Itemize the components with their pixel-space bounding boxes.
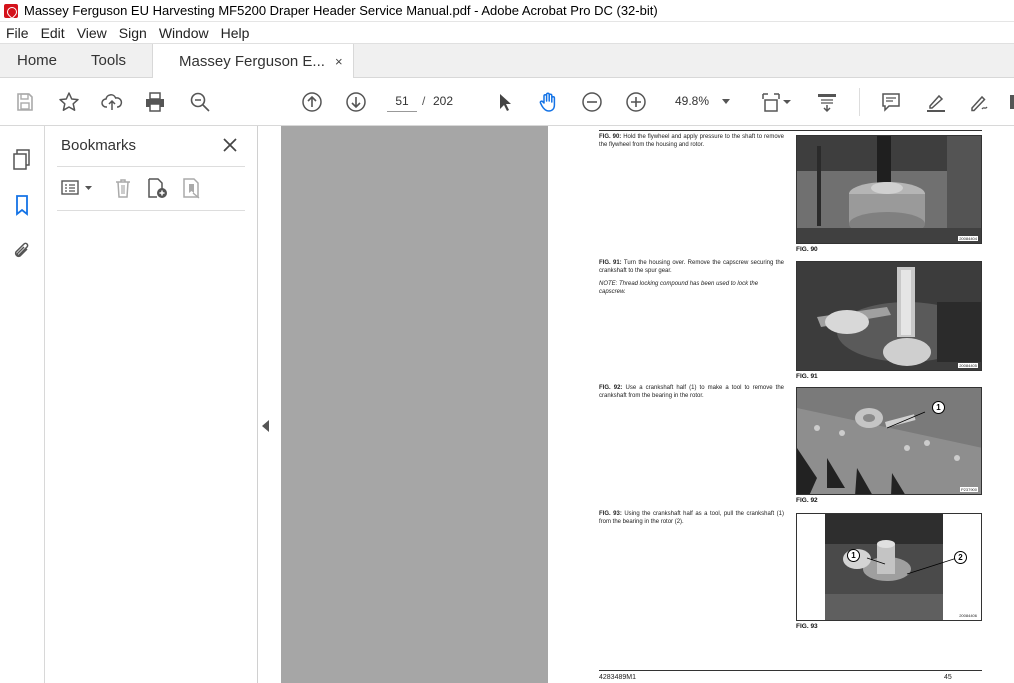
- callout-2: 2: [954, 551, 967, 564]
- divider: [57, 210, 245, 211]
- fig-92-photo: 1 P237900: [796, 387, 982, 495]
- toolbar-divider: [859, 88, 860, 116]
- photo-id: P237900: [959, 487, 978, 492]
- upload-cloud-icon[interactable]: [100, 90, 124, 114]
- callout-1: 1: [847, 549, 860, 562]
- bookmarks-title: Bookmarks: [61, 137, 137, 154]
- fill-sign-icon[interactable]: [967, 90, 991, 114]
- new-bookmark-icon[interactable]: [145, 177, 169, 199]
- attachments-paperclip-icon[interactable]: [10, 239, 34, 263]
- photo-id: 20084405: [958, 363, 978, 368]
- photo-id: 20084406: [958, 613, 978, 618]
- page-footer-rule: [599, 670, 982, 671]
- bookmark-star-icon[interactable]: [57, 90, 81, 114]
- menu-file[interactable]: File: [0, 25, 35, 41]
- page-thumbnails-icon[interactable]: [10, 147, 34, 171]
- fig-90-text: FIG. 90: Hold the flywheel and apply pre…: [599, 134, 784, 148]
- fig-93-text: FIG. 93: Using the crankshaft half as a …: [599, 511, 784, 525]
- callout-1: 1: [932, 401, 945, 414]
- fig-91-text: FIG. 91: Turn the housing over. Remove t…: [599, 260, 784, 274]
- fig-92-text: FIG. 92: Use a crankshaft half (1) to ma…: [599, 385, 784, 399]
- photo-id: 20084404: [958, 236, 978, 241]
- close-icon[interactable]: [220, 135, 240, 155]
- fig-91-photo: 20084405: [796, 261, 982, 371]
- footer-page-number: 45: [944, 674, 952, 681]
- menu-view[interactable]: View: [71, 25, 113, 41]
- fig-91-note: NOTE: Thread locking compound has been u…: [599, 281, 759, 295]
- highlight-pen-icon[interactable]: [924, 90, 948, 114]
- title-bar: Massey Ferguson EU Harvesting MF5200 Dra…: [0, 0, 1014, 22]
- more-tools-icon[interactable]: [1007, 90, 1014, 114]
- delete-bookmark-icon[interactable]: [111, 177, 135, 199]
- pdf-page: FIG. 90: Hold the flywheel and apply pre…: [548, 126, 1014, 683]
- page-fit-dropdown-icon[interactable]: [782, 90, 792, 114]
- bookmark-from-selection-icon[interactable]: [180, 177, 204, 199]
- scroll-mode-icon[interactable]: [815, 90, 839, 114]
- menu-sign[interactable]: Sign: [113, 25, 153, 41]
- page-header-rule: [599, 130, 982, 131]
- bookmark-options-icon[interactable]: [59, 177, 95, 199]
- acrobat-logo-icon: [4, 3, 18, 18]
- tab-tools[interactable]: Tools: [74, 44, 143, 77]
- page-number-input[interactable]: 51: [387, 90, 417, 112]
- hand-tool-icon[interactable]: [536, 90, 560, 114]
- total-pages: 202: [433, 94, 454, 108]
- toolbar: 51 / 202 49.8%: [0, 78, 1014, 126]
- print-icon[interactable]: [143, 90, 167, 114]
- tab-close-icon[interactable]: ×: [335, 54, 343, 69]
- zoom-level-select[interactable]: 49.8%: [666, 90, 738, 112]
- tab-document[interactable]: Massey Ferguson E... ×: [152, 44, 354, 78]
- tab-bar: Home Tools Massey Ferguson E... ×: [0, 43, 1014, 78]
- fig-91-label: FIG. 91: [796, 373, 818, 380]
- page-fit-icon[interactable]: [759, 90, 783, 114]
- zoom-out-icon[interactable]: [580, 90, 604, 114]
- select-cursor-icon[interactable]: [492, 90, 516, 114]
- fig-93-label: FIG. 93: [796, 623, 818, 630]
- comment-icon[interactable]: [879, 90, 903, 114]
- menu-edit[interactable]: Edit: [35, 25, 71, 41]
- window-title: Massey Ferguson EU Harvesting MF5200 Dra…: [24, 3, 658, 18]
- menu-bar: File Edit View Sign Window Help: [0, 22, 1014, 43]
- menu-help[interactable]: Help: [215, 25, 256, 41]
- fig-92-label: FIG. 92: [796, 497, 818, 504]
- footer-part-number: 4283489M1: [599, 674, 636, 681]
- divider: [57, 166, 245, 167]
- previous-page-icon[interactable]: [300, 90, 324, 114]
- bookmarks-panel-icon[interactable]: [10, 193, 34, 217]
- bookmarks-panel: Bookmarks: [45, 126, 258, 683]
- fig-93-photo: 1 2 20084406: [796, 513, 982, 621]
- tab-document-label: Massey Ferguson E...: [179, 52, 325, 70]
- zoom-in-icon[interactable]: [624, 90, 648, 114]
- zoom-search-icon[interactable]: [188, 90, 212, 114]
- fig-90-photo: 20084404: [796, 135, 982, 244]
- save-icon[interactable]: [13, 90, 37, 114]
- page-separator: /: [422, 94, 426, 108]
- fig-90-label: FIG. 90: [796, 246, 818, 253]
- next-page-icon[interactable]: [344, 90, 368, 114]
- left-navigation-rail: [0, 126, 45, 683]
- menu-window[interactable]: Window: [153, 25, 215, 41]
- collapse-panel-icon[interactable]: [262, 420, 269, 432]
- tab-home[interactable]: Home: [0, 44, 74, 77]
